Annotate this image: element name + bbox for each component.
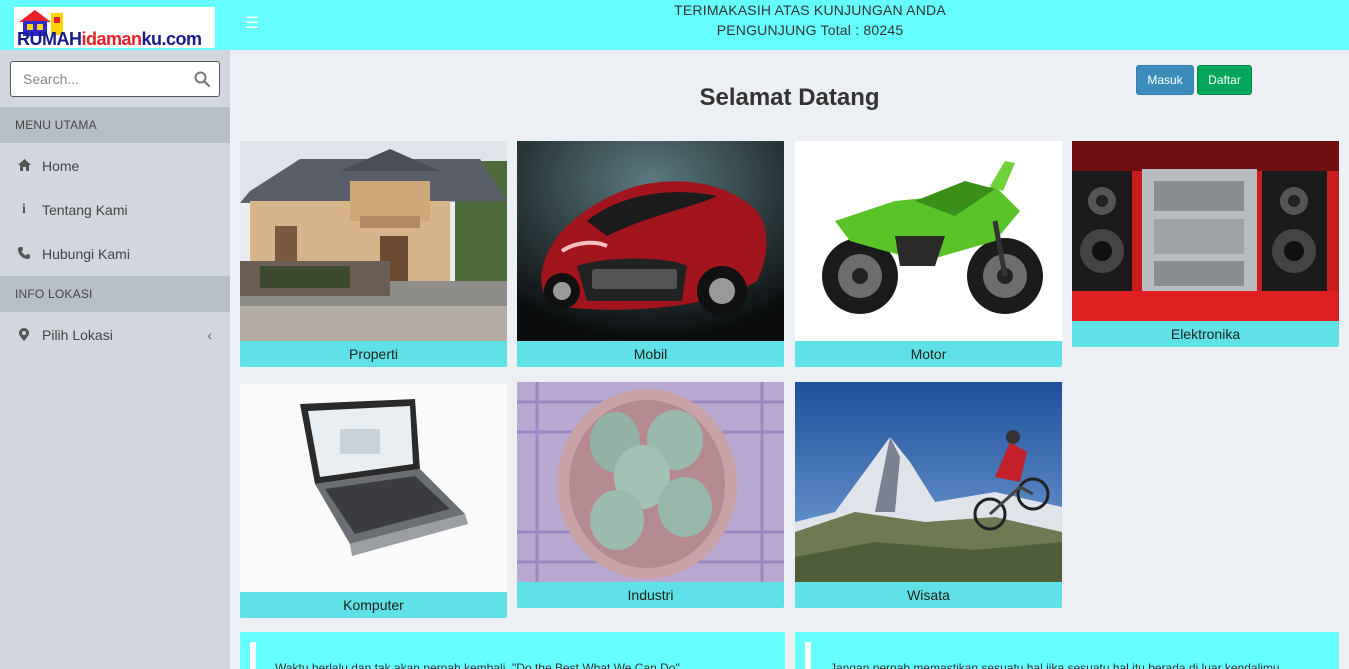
- elektronika-image: [1072, 141, 1339, 321]
- sidebar-item-label: Pilih Lokasi: [42, 327, 113, 343]
- search-box: [10, 61, 220, 97]
- motor-image: [795, 141, 1062, 341]
- category-card-elektronika[interactable]: Elektronika: [1072, 141, 1339, 347]
- sidebar-item-label: Home: [42, 158, 80, 174]
- quote-accent-bar: [250, 642, 256, 669]
- visitor-counter: PENGUNJUNG Total : 80245: [716, 22, 904, 38]
- home-icon: [17, 144, 31, 188]
- wisata-image: [795, 382, 1062, 582]
- top-header: RUMAHidamanku.com ☰ TERIMAKASIH ATAS KUN…: [0, 0, 1349, 50]
- map-marker-icon: [17, 313, 31, 357]
- quote-accent-bar: [805, 642, 811, 669]
- category-label: Wisata: [795, 582, 1062, 608]
- mobil-image: [517, 141, 784, 341]
- sidebar-item-home[interactable]: Home: [0, 144, 230, 188]
- category-label: Mobil: [517, 341, 784, 367]
- sidebar-item-label: Hubungi Kami: [42, 246, 130, 262]
- chevron-left-icon: ‹: [207, 327, 212, 343]
- quote-box-2: Jangan pernah memastikan sesuatu hal jik…: [795, 632, 1339, 669]
- info-icon: i: [22, 202, 26, 217]
- info-lokasi-header: INFO LOKASI: [0, 276, 230, 312]
- category-label: Komputer: [240, 592, 507, 618]
- sidebar-item-hubungi-kami[interactable]: Hubungi Kami: [0, 232, 230, 276]
- category-card-motor[interactable]: Motor: [795, 141, 1062, 367]
- phone-icon: [17, 232, 31, 276]
- category-card-komputer[interactable]: Komputer: [240, 384, 507, 618]
- category-card-wisata[interactable]: Wisata: [795, 382, 1062, 609]
- category-card-properti[interactable]: Properti: [240, 141, 507, 367]
- category-label: Industri: [517, 582, 784, 608]
- properti-image: [240, 141, 507, 341]
- register-button[interactable]: Daftar: [1197, 65, 1252, 95]
- category-label: Properti: [240, 341, 507, 367]
- komputer-image: [240, 384, 507, 592]
- search-icon[interactable]: [193, 70, 211, 88]
- quote-text: Jangan pernah memastikan sesuatu hal jik…: [830, 661, 1280, 669]
- quote-text: Waktu berlalu dan tak akan pernah kembal…: [275, 661, 680, 669]
- category-label: Elektronika: [1072, 321, 1339, 347]
- category-card-industri[interactable]: Industri: [517, 382, 784, 609]
- sidebar: MENU UTAMA Home i Tentang Kami Hubungi K…: [0, 50, 230, 669]
- quote-box-1: Waktu berlalu dan tak akan pernah kembal…: [240, 632, 785, 669]
- category-card-mobil[interactable]: Mobil: [517, 141, 784, 367]
- header-thanks-text: TERIMAKASIH ATAS KUNJUNGAN ANDA: [674, 2, 946, 18]
- category-label: Motor: [795, 341, 1062, 367]
- sidebar-item-label: Tentang Kami: [42, 202, 128, 218]
- login-button[interactable]: Masuk: [1136, 65, 1194, 95]
- sidebar-item-pilih-lokasi[interactable]: Pilih Lokasi ‹: [0, 313, 230, 357]
- menu-utama-header: MENU UTAMA: [0, 107, 230, 143]
- search-input[interactable]: [23, 62, 183, 96]
- industri-image: [517, 382, 784, 582]
- sidebar-item-tentang-kami[interactable]: i Tentang Kami: [0, 188, 230, 232]
